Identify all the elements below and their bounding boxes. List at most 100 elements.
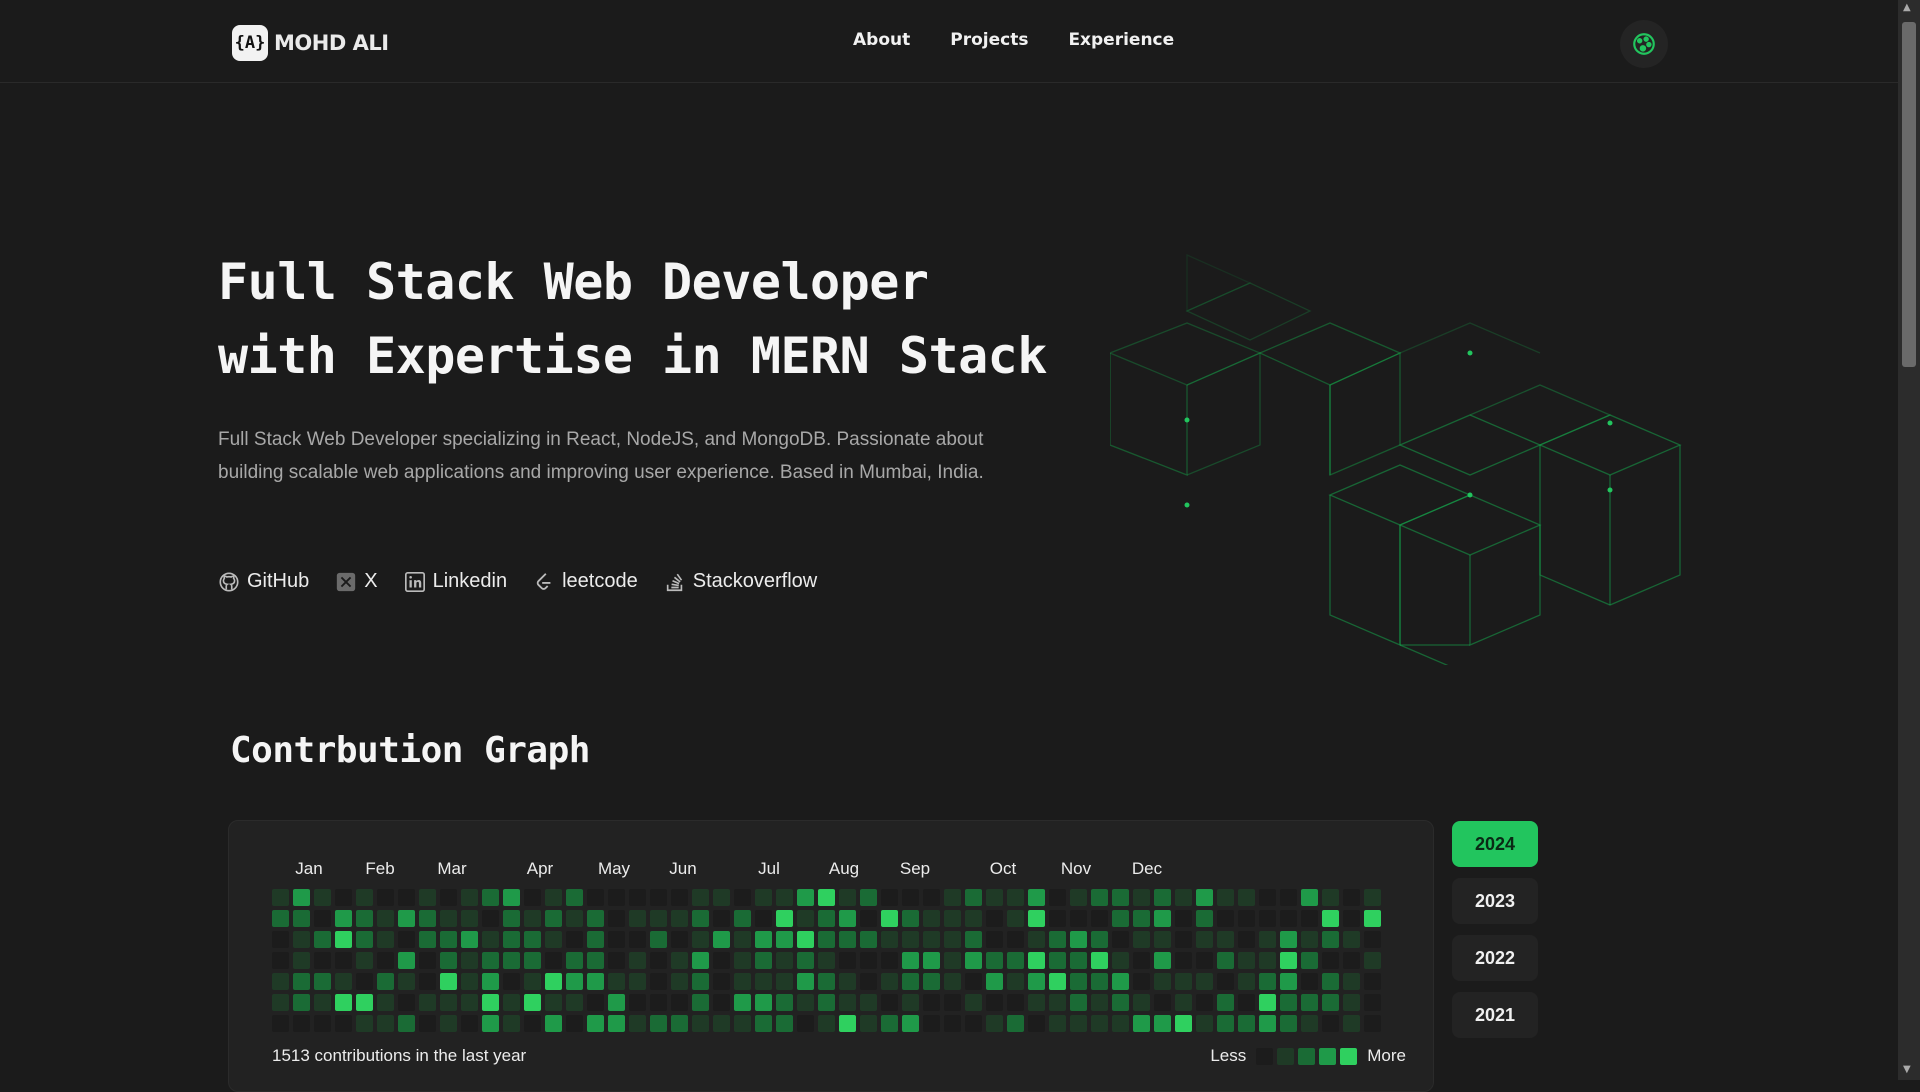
contribution-cell[interactable]	[335, 889, 352, 906]
year-button-2022[interactable]: 2022	[1452, 935, 1538, 981]
contribution-cell[interactable]	[587, 931, 604, 948]
contribution-cell[interactable]	[629, 952, 646, 969]
contribution-cell[interactable]	[650, 931, 667, 948]
contribution-cell[interactable]	[650, 1015, 667, 1032]
contribution-cell[interactable]	[986, 1015, 1003, 1032]
contribution-cell[interactable]	[377, 1015, 394, 1032]
contribution-cell[interactable]	[1112, 973, 1129, 990]
contribution-cell[interactable]	[692, 931, 709, 948]
contribution-cell[interactable]	[1217, 910, 1234, 927]
contribution-cell[interactable]	[545, 1015, 562, 1032]
contribution-cell[interactable]	[1259, 952, 1276, 969]
contribution-cell[interactable]	[587, 889, 604, 906]
contribution-cell[interactable]	[608, 910, 625, 927]
contribution-cell[interactable]	[650, 889, 667, 906]
contribution-cell[interactable]	[818, 952, 835, 969]
contribution-cell[interactable]	[293, 952, 310, 969]
contribution-cell[interactable]	[629, 931, 646, 948]
contribution-cell[interactable]	[356, 889, 373, 906]
contribution-cell[interactable]	[671, 889, 688, 906]
contribution-cell[interactable]	[1322, 931, 1339, 948]
contribution-cell[interactable]	[692, 1015, 709, 1032]
contribution-cell[interactable]	[1196, 952, 1213, 969]
contribution-cell[interactable]	[1364, 889, 1381, 906]
contribution-cell[interactable]	[944, 994, 961, 1011]
contribution-cell[interactable]	[902, 994, 919, 1011]
contribution-cell[interactable]	[881, 952, 898, 969]
contribution-cell[interactable]	[818, 994, 835, 1011]
contribution-cell[interactable]	[1196, 973, 1213, 990]
contribution-cell[interactable]	[797, 973, 814, 990]
contribution-cell[interactable]	[692, 952, 709, 969]
contribution-cell[interactable]	[1280, 910, 1297, 927]
contribution-cell[interactable]	[1175, 931, 1192, 948]
scroll-down-icon[interactable]: ▼	[1903, 1064, 1911, 1075]
contribution-cell[interactable]	[356, 1015, 373, 1032]
contribution-cell[interactable]	[335, 931, 352, 948]
contribution-cell[interactable]	[1322, 973, 1339, 990]
contribution-cell[interactable]	[1364, 952, 1381, 969]
contribution-cell[interactable]	[608, 973, 625, 990]
contribution-cell[interactable]	[1196, 931, 1213, 948]
contribution-cell[interactable]	[755, 910, 772, 927]
contribution-cell[interactable]	[461, 931, 478, 948]
contribution-cell[interactable]	[272, 1015, 289, 1032]
contribution-cell[interactable]	[860, 1015, 877, 1032]
contribution-cell[interactable]	[755, 952, 772, 969]
contribution-cell[interactable]	[1238, 931, 1255, 948]
contribution-cell[interactable]	[1175, 889, 1192, 906]
contribution-cell[interactable]	[482, 931, 499, 948]
nav-experience[interactable]: Experience	[1068, 30, 1174, 50]
contribution-cell[interactable]	[587, 910, 604, 927]
contribution-cell[interactable]	[1070, 1015, 1087, 1032]
contribution-cell[interactable]	[419, 931, 436, 948]
year-button-2021[interactable]: 2021	[1452, 992, 1538, 1038]
contribution-cell[interactable]	[881, 994, 898, 1011]
contribution-cell[interactable]	[1217, 973, 1234, 990]
contribution-cell[interactable]	[293, 1015, 310, 1032]
contribution-cell[interactable]	[524, 889, 541, 906]
contribution-cell[interactable]	[671, 1015, 688, 1032]
contribution-cell[interactable]	[314, 910, 331, 927]
contribution-cell[interactable]	[692, 889, 709, 906]
contribution-cell[interactable]	[503, 1015, 520, 1032]
contribution-cell[interactable]	[1301, 952, 1318, 969]
contribution-cell[interactable]	[1175, 994, 1192, 1011]
contribution-cell[interactable]	[1196, 1015, 1213, 1032]
contribution-cell[interactable]	[272, 952, 289, 969]
contribution-cell[interactable]	[1091, 1015, 1108, 1032]
contribution-cell[interactable]	[797, 910, 814, 927]
contribution-cell[interactable]	[860, 931, 877, 948]
contribution-cell[interactable]	[293, 889, 310, 906]
contribution-cell[interactable]	[335, 994, 352, 1011]
contribution-cell[interactable]	[1280, 889, 1297, 906]
contribution-cell[interactable]	[734, 910, 751, 927]
stackoverflow-link[interactable]: Stackoverflow	[664, 570, 817, 593]
contribution-cell[interactable]	[1070, 952, 1087, 969]
contribution-cell[interactable]	[1070, 973, 1087, 990]
contribution-cell[interactable]	[1301, 1015, 1318, 1032]
contribution-cell[interactable]	[293, 931, 310, 948]
contribution-cell[interactable]	[755, 973, 772, 990]
contribution-cell[interactable]	[566, 1015, 583, 1032]
contribution-cell[interactable]	[881, 1015, 898, 1032]
contribution-cell[interactable]	[881, 910, 898, 927]
contribution-cell[interactable]	[1133, 910, 1150, 927]
contribution-cell[interactable]	[377, 931, 394, 948]
contribution-cell[interactable]	[944, 889, 961, 906]
contribution-cell[interactable]	[902, 1015, 919, 1032]
contribution-cell[interactable]	[671, 931, 688, 948]
contribution-cell[interactable]	[440, 994, 457, 1011]
contribution-cell[interactable]	[377, 889, 394, 906]
contribution-cell[interactable]	[776, 931, 793, 948]
contribution-cell[interactable]	[293, 910, 310, 927]
contribution-cell[interactable]	[587, 973, 604, 990]
contribution-cell[interactable]	[566, 952, 583, 969]
contribution-cell[interactable]	[419, 952, 436, 969]
contribution-cell[interactable]	[1175, 973, 1192, 990]
contribution-cell[interactable]	[1154, 889, 1171, 906]
contribution-cell[interactable]	[356, 952, 373, 969]
contribution-cell[interactable]	[1154, 952, 1171, 969]
contribution-cell[interactable]	[335, 952, 352, 969]
contribution-cell[interactable]	[440, 910, 457, 927]
